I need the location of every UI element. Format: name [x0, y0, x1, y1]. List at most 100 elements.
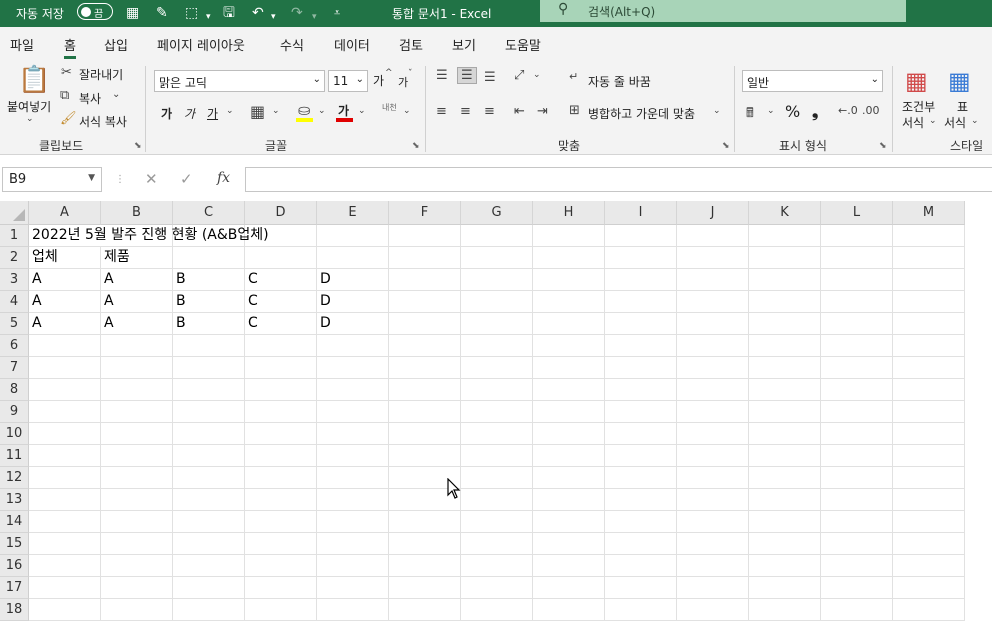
cell-b10[interactable] [101, 423, 173, 445]
number-format-select[interactable]: 일반 ⌄ [742, 70, 883, 92]
cell-k13[interactable] [749, 489, 821, 511]
cell-b9[interactable] [101, 401, 173, 423]
fill-color-dropdown-icon[interactable]: ⌄ [318, 106, 326, 116]
cell-h2[interactable] [533, 247, 605, 269]
cell-l5[interactable] [821, 313, 893, 335]
cell-b18[interactable] [101, 599, 173, 621]
cell-j9[interactable] [677, 401, 749, 423]
cell-i1[interactable] [605, 225, 677, 247]
cell-l11[interactable] [821, 445, 893, 467]
paste-button[interactable]: 붙여넣기 [7, 98, 51, 115]
cell-j13[interactable] [677, 489, 749, 511]
align-middle-icon[interactable]: ☰ [457, 67, 477, 84]
italic-button[interactable]: 가 [184, 105, 195, 122]
column-header-d[interactable]: D [245, 201, 317, 225]
cell-c10[interactable] [173, 423, 245, 445]
cell-g9[interactable] [461, 401, 533, 423]
cell-i14[interactable] [605, 511, 677, 533]
cell-l15[interactable] [821, 533, 893, 555]
cell-m18[interactable] [893, 599, 965, 621]
cell-f14[interactable] [389, 511, 461, 533]
column-header-b[interactable]: B [101, 201, 173, 225]
cell-g11[interactable] [461, 445, 533, 467]
column-header-h[interactable]: H [533, 201, 605, 225]
borders-dropdown-icon[interactable]: ▾ [206, 7, 211, 27]
cell-i17[interactable] [605, 577, 677, 599]
cell-h4[interactable] [533, 291, 605, 313]
cell-h15[interactable] [533, 533, 605, 555]
font-launcher-icon[interactable]: ⬊ [412, 141, 420, 151]
accounting-format-icon[interactable]: 🖩 [746, 104, 754, 126]
cell-i7[interactable] [605, 357, 677, 379]
cell-j17[interactable] [677, 577, 749, 599]
cell-i16[interactable] [605, 555, 677, 577]
cell-h7[interactable] [533, 357, 605, 379]
cell-h5[interactable] [533, 313, 605, 335]
cell-g17[interactable] [461, 577, 533, 599]
cell-k9[interactable] [749, 401, 821, 423]
phonetic-button[interactable]: 내천 [382, 102, 397, 113]
row-header-17[interactable]: 17 [0, 577, 29, 599]
cell-a3[interactable]: A [29, 269, 101, 291]
decrease-indent-icon[interactable]: ⇤ [514, 104, 525, 119]
cell-b3[interactable]: A [101, 269, 173, 291]
cell-a11[interactable] [29, 445, 101, 467]
cell-h12[interactable] [533, 467, 605, 489]
cell-b8[interactable] [101, 379, 173, 401]
redo-icon[interactable]: ↷ [291, 3, 303, 23]
cell-l3[interactable] [821, 269, 893, 291]
cell-m12[interactable] [893, 467, 965, 489]
column-header-j[interactable]: J [677, 201, 749, 225]
cell-m2[interactable] [893, 247, 965, 269]
cell-m10[interactable] [893, 423, 965, 445]
align-bottom-icon[interactable]: ☰ [484, 70, 496, 85]
cell-l8[interactable] [821, 379, 893, 401]
tab-help[interactable]: 도움말 [505, 35, 541, 54]
cell-f18[interactable] [389, 599, 461, 621]
cell-f10[interactable] [389, 423, 461, 445]
cell-i13[interactable] [605, 489, 677, 511]
cell-l10[interactable] [821, 423, 893, 445]
cell-d12[interactable] [245, 467, 317, 489]
cell-l17[interactable] [821, 577, 893, 599]
cell-e13[interactable] [317, 489, 389, 511]
font-name-select[interactable]: 맑은 고딕 ⌄ [154, 70, 325, 92]
format-table-button[interactable]: 표 [957, 98, 968, 115]
phonetic-dropdown-icon[interactable]: ⌄ [403, 106, 411, 116]
cell-m16[interactable] [893, 555, 965, 577]
cell-h11[interactable] [533, 445, 605, 467]
comma-button[interactable]: ❟ [812, 102, 818, 122]
conditional-format-icon[interactable]: ▦ [905, 67, 928, 95]
cell-i9[interactable] [605, 401, 677, 423]
conditional-dropdown-icon[interactable]: ⌄ [929, 116, 937, 126]
cell-l4[interactable] [821, 291, 893, 313]
cell-c11[interactable] [173, 445, 245, 467]
cell-m17[interactable] [893, 577, 965, 599]
cell-d18[interactable] [245, 599, 317, 621]
cell-a16[interactable] [29, 555, 101, 577]
cell-f7[interactable] [389, 357, 461, 379]
cell-j5[interactable] [677, 313, 749, 335]
cell-c15[interactable] [173, 533, 245, 555]
cell-j14[interactable] [677, 511, 749, 533]
cell-k17[interactable] [749, 577, 821, 599]
cell-j8[interactable] [677, 379, 749, 401]
cell-d2[interactable] [245, 247, 317, 269]
cell-g16[interactable] [461, 555, 533, 577]
cell-c5[interactable]: B [173, 313, 245, 335]
cell-f2[interactable] [389, 247, 461, 269]
cell-m1[interactable] [893, 225, 965, 247]
cell-c18[interactable] [173, 599, 245, 621]
cell-k16[interactable] [749, 555, 821, 577]
cell-a17[interactable] [29, 577, 101, 599]
cell-d3[interactable]: C [245, 269, 317, 291]
cell-h10[interactable] [533, 423, 605, 445]
cell-i11[interactable] [605, 445, 677, 467]
cell-a10[interactable] [29, 423, 101, 445]
cancel-icon[interactable]: ✕ [145, 170, 158, 188]
borders-icon[interactable]: ▦ [250, 102, 265, 121]
cell-a18[interactable] [29, 599, 101, 621]
cell-a14[interactable] [29, 511, 101, 533]
cell-a1[interactable]: 2022년 5월 발주 진행 현황 (A&B업체) [29, 225, 269, 247]
cell-a7[interactable] [29, 357, 101, 379]
